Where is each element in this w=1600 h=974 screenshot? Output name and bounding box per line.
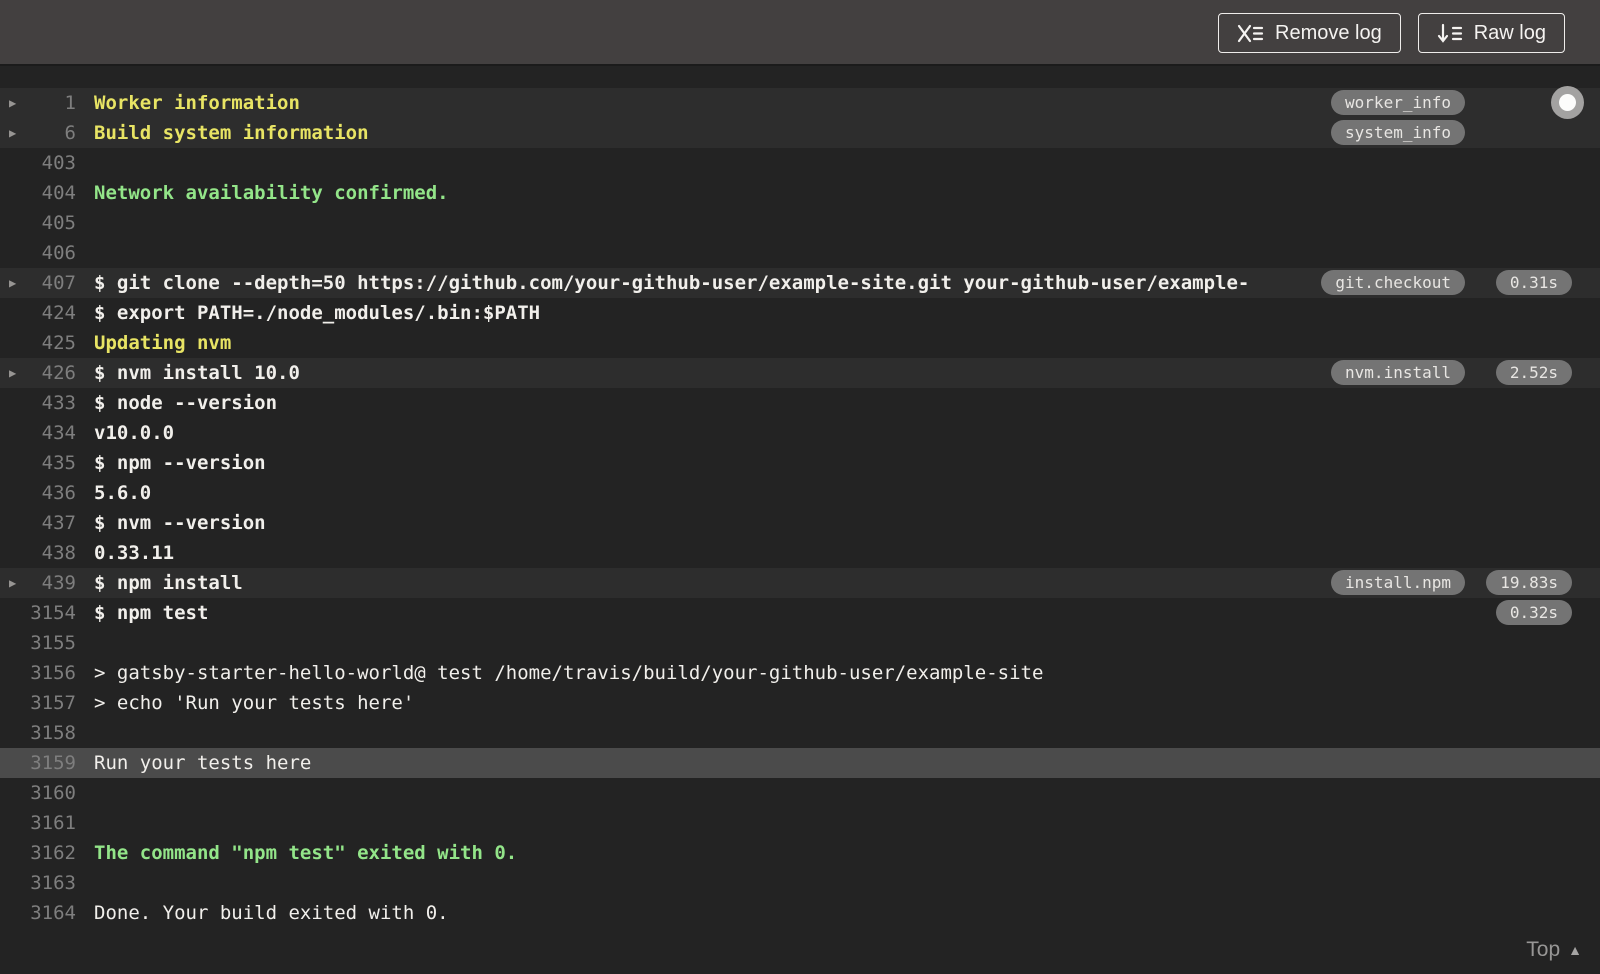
line-number[interactable]: 3160	[0, 778, 76, 808]
duration-badge: 2.52s	[1495, 360, 1572, 385]
fold-tag-badge: install.npm	[1331, 570, 1465, 595]
log-line[interactable]: 434 v10.0.0	[0, 418, 1600, 448]
log-text: $ npm install	[94, 572, 243, 594]
log-text: $ node --version	[94, 392, 278, 414]
log-text: Worker information	[94, 92, 300, 114]
line-number[interactable]: 3163	[0, 868, 76, 898]
triangle-up-icon: ▲	[1568, 942, 1582, 958]
fold-tag-badge: worker_info	[1331, 90, 1465, 115]
log-line[interactable]: 437 $ nvm --version	[0, 508, 1600, 538]
log-text: $ npm test	[94, 602, 209, 624]
scroll-position-indicator[interactable]	[1551, 86, 1584, 119]
line-number[interactable]: 435	[0, 448, 76, 478]
log-line[interactable]: ▶ 407 $ git clone --depth=50 https://git…	[0, 268, 1600, 298]
line-number[interactable]: 436	[0, 478, 76, 508]
log-line[interactable]: ▶ 426 $ nvm install 10.0 nvm.install 2.5…	[0, 358, 1600, 388]
log-text: > echo 'Run your tests here'	[94, 692, 415, 714]
line-number[interactable]: 405	[0, 208, 76, 238]
log-text: 0.33.11	[94, 542, 175, 564]
log-line[interactable]: 3154 $ npm test 0.32s	[0, 598, 1600, 628]
log-text: Network availability confirmed.	[94, 182, 449, 204]
log-text: $ nvm --version	[94, 512, 266, 534]
log-line[interactable]: ▶ 439 $ npm install install.npm 19.83s	[0, 568, 1600, 598]
log-text: $ export PATH=./node_modules/.bin:$PATH	[94, 302, 541, 324]
remove-log-label: Remove log	[1275, 21, 1382, 44]
log-line[interactable]: 403	[0, 148, 1600, 178]
line-number[interactable]: 3159	[0, 748, 76, 778]
build-log-page: Remove log Raw log ▶ 1 Worker informatio…	[0, 0, 1600, 974]
line-number[interactable]: 3164	[0, 898, 76, 928]
log-line[interactable]: ▶ 6 Build system information system_info	[0, 118, 1600, 148]
raw-log-button[interactable]: Raw log	[1417, 13, 1565, 53]
line-number[interactable]: 3154	[0, 598, 76, 628]
x-list-icon	[1237, 23, 1264, 44]
line-number[interactable]: 434	[0, 418, 76, 448]
line-number[interactable]: 407	[0, 268, 76, 298]
log-text: $ git clone --depth=50 https://github.co…	[94, 272, 1250, 294]
log-line[interactable]: 3158	[0, 718, 1600, 748]
log-line[interactable]: 425 Updating nvm	[0, 328, 1600, 358]
fold-tag-badge: git.checkout	[1321, 270, 1465, 295]
log-line[interactable]: 436 5.6.0	[0, 478, 1600, 508]
log-text: $ npm --version	[94, 452, 266, 474]
log-line[interactable]: 3161	[0, 808, 1600, 838]
line-number[interactable]: 1	[0, 88, 76, 118]
log-line[interactable]: 3157 > echo 'Run your tests here'	[0, 688, 1600, 718]
fold-tag-badge: system_info	[1331, 120, 1465, 145]
line-number[interactable]: 404	[0, 178, 76, 208]
log-text: Run your tests here	[94, 752, 312, 774]
log-text: $ nvm install 10.0	[94, 362, 300, 384]
log-line[interactable]: 424 $ export PATH=./node_modules/.bin:$P…	[0, 298, 1600, 328]
line-number[interactable]: 3156	[0, 658, 76, 688]
log-body: ▶ 1 Worker information worker_info ▶ 6 B…	[0, 68, 1600, 928]
top-link-label: Top	[1526, 938, 1561, 961]
line-number[interactable]: 437	[0, 508, 76, 538]
remove-log-button[interactable]: Remove log	[1218, 13, 1401, 53]
line-number[interactable]: 406	[0, 238, 76, 268]
log-text: Updating nvm	[94, 332, 232, 354]
log-text: v10.0.0	[94, 422, 175, 444]
log-text: > gatsby-starter-hello-world@ test /home…	[94, 662, 1044, 684]
line-number[interactable]: 438	[0, 538, 76, 568]
log-line[interactable]: 3160	[0, 778, 1600, 808]
log-line[interactable]: 406	[0, 238, 1600, 268]
log-line[interactable]: 404 Network availability confirmed.	[0, 178, 1600, 208]
log-line[interactable]: 435 $ npm --version	[0, 448, 1600, 478]
log-line[interactable]: 3156 > gatsby-starter-hello-world@ test …	[0, 658, 1600, 688]
scroll-to-top-link[interactable]: Top ▲	[1526, 938, 1582, 962]
toolbar-buttons: Remove log Raw log	[1218, 13, 1565, 53]
log-text: The command "npm test" exited with 0.	[94, 842, 518, 864]
line-number[interactable]: 3158	[0, 718, 76, 748]
log-line[interactable]: 3163	[0, 868, 1600, 898]
line-number[interactable]: 3157	[0, 688, 76, 718]
log-text: 5.6.0	[94, 482, 152, 504]
log-text: Build system information	[94, 122, 369, 144]
line-number[interactable]: 3161	[0, 808, 76, 838]
line-number[interactable]: 433	[0, 388, 76, 418]
line-number[interactable]: 3155	[0, 628, 76, 658]
log-line[interactable]: ▶ 1 Worker information worker_info	[0, 88, 1600, 118]
arrow-down-list-icon	[1437, 23, 1463, 44]
line-number[interactable]: 403	[0, 148, 76, 178]
log-line[interactable]: 3162 The command "npm test" exited with …	[0, 838, 1600, 868]
line-number[interactable]: 424	[0, 298, 76, 328]
log-line[interactable]: 3164 Done. Your build exited with 0.	[0, 898, 1600, 928]
line-number[interactable]: 6	[0, 118, 76, 148]
raw-log-label: Raw log	[1473, 21, 1546, 44]
log-text: Done. Your build exited with 0.	[94, 902, 449, 924]
log-line[interactable]: 3155	[0, 628, 1600, 658]
fold-tag-badge: nvm.install	[1331, 360, 1465, 385]
log-line[interactable]: 433 $ node --version	[0, 388, 1600, 418]
log-line[interactable]: 405	[0, 208, 1600, 238]
line-number[interactable]: 426	[0, 358, 76, 388]
line-number[interactable]: 3162	[0, 838, 76, 868]
log-line[interactable]: 438 0.33.11	[0, 538, 1600, 568]
line-number[interactable]: 439	[0, 568, 76, 598]
line-number[interactable]: 425	[0, 328, 76, 358]
duration-badge: 19.83s	[1486, 570, 1572, 595]
duration-badge: 0.31s	[1495, 270, 1572, 295]
log-toolbar: Remove log Raw log	[0, 0, 1600, 66]
log-line[interactable]: 3159 Run your tests here	[0, 748, 1600, 778]
duration-badge: 0.32s	[1495, 600, 1572, 625]
